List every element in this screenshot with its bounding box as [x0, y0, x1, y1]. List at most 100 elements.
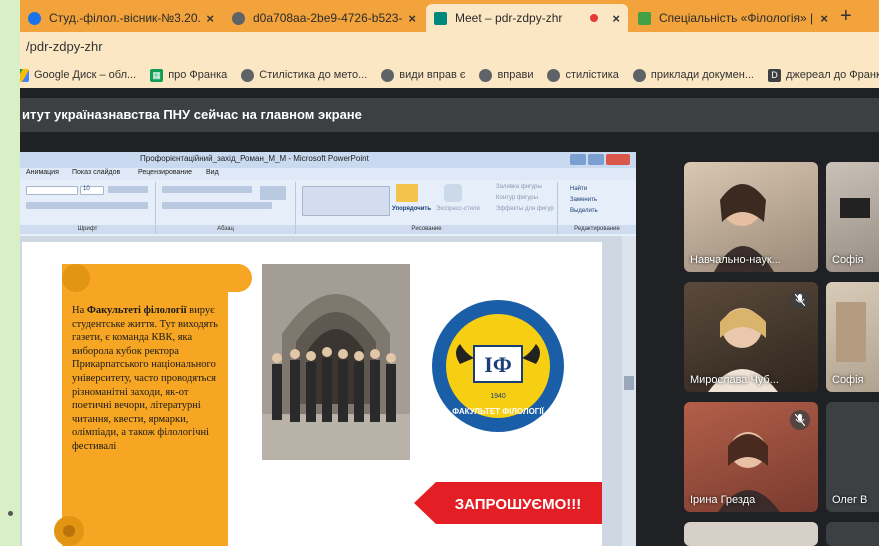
replace-button[interactable]: Заменить: [570, 197, 597, 203]
address-bar[interactable]: /pdr-zdpy-zhr: [20, 32, 879, 62]
bookmark-exercise-types[interactable]: види вправ є: [381, 68, 466, 82]
tab-pdf[interactable]: Студ.-філол.-вісник-№3.20.pdf ×: [20, 4, 222, 32]
shapes-gallery[interactable]: [302, 186, 390, 216]
participant-tile[interactable]: [684, 522, 818, 546]
tab-slideshow[interactable]: Показ слайдов: [72, 169, 120, 176]
globe-icon: [232, 11, 245, 25]
participant-tile[interactable]: Навчально-наук...: [684, 162, 818, 272]
participant-name: Ірина Грезда: [690, 494, 756, 506]
bookmark-stylistics[interactable]: стилістика: [547, 68, 619, 82]
find-button[interactable]: Найти: [570, 186, 587, 192]
mic-off-icon: [790, 410, 810, 430]
scroll-thumb[interactable]: [624, 376, 634, 390]
emblem-year: 1940: [490, 393, 506, 400]
bookmark-drive[interactable]: Google Диск – обл...: [20, 68, 137, 82]
scroll-banner: На Факультеті філології вирує студентськ…: [54, 264, 252, 546]
list-buttons[interactable]: [162, 186, 252, 193]
group-label: Абзац: [156, 225, 295, 234]
participant-tile[interactable]: Ірина Грезда: [684, 402, 818, 512]
invite-text: ЗАПРОШУЄМО!!!: [455, 496, 582, 513]
bookmark-franko-sources[interactable]: D джереал до Франка: [767, 68, 879, 82]
bookmark-franko[interactable]: ▦ про Франка: [150, 68, 227, 82]
grow-shrink-buttons[interactable]: [108, 186, 148, 193]
bookmark-stylistics-method[interactable]: Стилістика до мето...: [241, 68, 367, 82]
minimize-icon[interactable]: [570, 154, 586, 165]
sheet-icon: ▦: [150, 68, 164, 82]
tab-uuid[interactable]: d0a708aa-2be9-4726-b523-d216 ×: [224, 4, 424, 32]
participant-tile[interactable]: Софія: [826, 162, 879, 272]
globe-icon: [632, 68, 646, 82]
tab-view[interactable]: Вид: [206, 169, 219, 176]
globe-icon: [241, 68, 255, 82]
bookmark-label: вправи: [497, 69, 534, 81]
bookmark-label: Google Диск – обл...: [34, 69, 137, 81]
bookmark-label: приклади докумен...: [650, 69, 754, 81]
close-icon[interactable]: ×: [408, 11, 416, 26]
font-size-value: 10: [83, 186, 90, 192]
group-label: Рисование: [296, 225, 557, 234]
new-tab-button[interactable]: +: [840, 6, 852, 26]
tab-title: Спеціальність «Філологія» | Пол: [659, 11, 814, 25]
participant-name: Софія: [832, 374, 864, 386]
select-button[interactable]: Выделить: [570, 208, 598, 214]
participant-tile[interactable]: Софія: [826, 282, 879, 392]
browser-tab-bar: Студ.-філол.-вісник-№3.20.pdf × d0a708aa…: [20, 0, 879, 32]
scroll-top: [62, 264, 252, 292]
text-intro: На: [72, 305, 87, 316]
tab-meet[interactable]: Meet – pdr-zdpy-zhr ×: [426, 4, 628, 32]
tab-title: Студ.-філол.-вісник-№3.20.pdf: [49, 11, 200, 25]
participant-tile[interactable]: Олег В: [826, 402, 879, 512]
bookmark-label: джереал до Франка: [785, 69, 879, 81]
photo-illustration: [262, 264, 410, 460]
group-label: Шрифт: [20, 225, 155, 234]
quick-styles-button[interactable]: Экспресс-стили: [436, 206, 480, 212]
font-name-box[interactable]: [26, 186, 78, 195]
ppt-titlebar: Профорієнтаційний_захід_Роман_М_М - Micr…: [20, 152, 636, 168]
bookmark-label: види вправ є: [399, 69, 466, 81]
text-direction-button[interactable]: [260, 186, 286, 200]
slide-text: На Факультеті філології вирує студентськ…: [72, 304, 222, 454]
group-paragraph: Абзац: [156, 182, 296, 234]
shape-outline-button[interactable]: Контур фигуры: [496, 195, 538, 201]
bookmark-doc-examples[interactable]: приклади докумен...: [632, 68, 754, 82]
participant-tile[interactable]: [826, 522, 879, 546]
globe-icon: [381, 68, 395, 82]
group-label: Редактирование: [558, 225, 636, 234]
meet-icon: [434, 11, 447, 25]
arrange-button[interactable]: Упорядочить: [392, 206, 431, 212]
tab-philology[interactable]: Спеціальність «Філологія» | Пол ×: [630, 4, 836, 32]
close-icon[interactable]: [606, 154, 630, 165]
text-faculty: Факультеті філології: [86, 305, 187, 316]
faculty-emblem-icon: ІФ ФАКУЛЬТЕТ ФІЛОЛОГІЇ 1940: [432, 300, 564, 432]
meet-window: итут україназнавства ПНУ сейчас на главн…: [20, 88, 879, 546]
tab-review[interactable]: Рецензирование: [138, 169, 192, 176]
ppt-ribbon-tabs: Анимация Показ слайдов Рецензирование Ви…: [20, 168, 636, 180]
bookmark-exercises[interactable]: вправи: [479, 68, 534, 82]
tab-animation[interactable]: Анимация: [26, 169, 59, 176]
mic-off-icon: [790, 290, 810, 310]
close-icon[interactable]: ×: [820, 11, 828, 26]
globe-icon: [547, 68, 561, 82]
participant-name: Софія: [832, 254, 864, 266]
slide: На Факультеті філології вирує студентськ…: [22, 242, 602, 546]
group-drawing: Упорядочить Экспресс-стили Заливка фигур…: [296, 182, 558, 234]
group-font: 10 Шрифт: [20, 182, 156, 234]
ppt-window-title: Профорієнтаційний_захід_Роман_М_М - Micr…: [140, 154, 369, 163]
shape-fill-button[interactable]: Заливка фигуры: [496, 184, 542, 190]
participant-tile[interactable]: Мирослава Чуб...: [684, 282, 818, 392]
doc-icon: D: [767, 68, 781, 82]
align-buttons[interactable]: [162, 202, 272, 209]
arrange-icon[interactable]: [396, 184, 418, 202]
globe-icon: [479, 68, 493, 82]
maximize-icon[interactable]: [588, 154, 604, 165]
close-icon[interactable]: ×: [206, 11, 214, 26]
pdf-icon: [28, 11, 41, 25]
styles-icon[interactable]: [444, 184, 462, 202]
shape-effects-button[interactable]: Эффекты для фигур: [496, 206, 554, 212]
tab-title: Meet – pdr-zdpy-zhr: [455, 11, 563, 25]
close-icon[interactable]: ×: [612, 11, 620, 26]
participant-name: Олег В: [832, 494, 868, 506]
participant-name: Мирослава Чуб...: [690, 374, 779, 386]
slide-scrollbar[interactable]: [622, 236, 636, 546]
font-style-buttons[interactable]: [26, 202, 148, 209]
